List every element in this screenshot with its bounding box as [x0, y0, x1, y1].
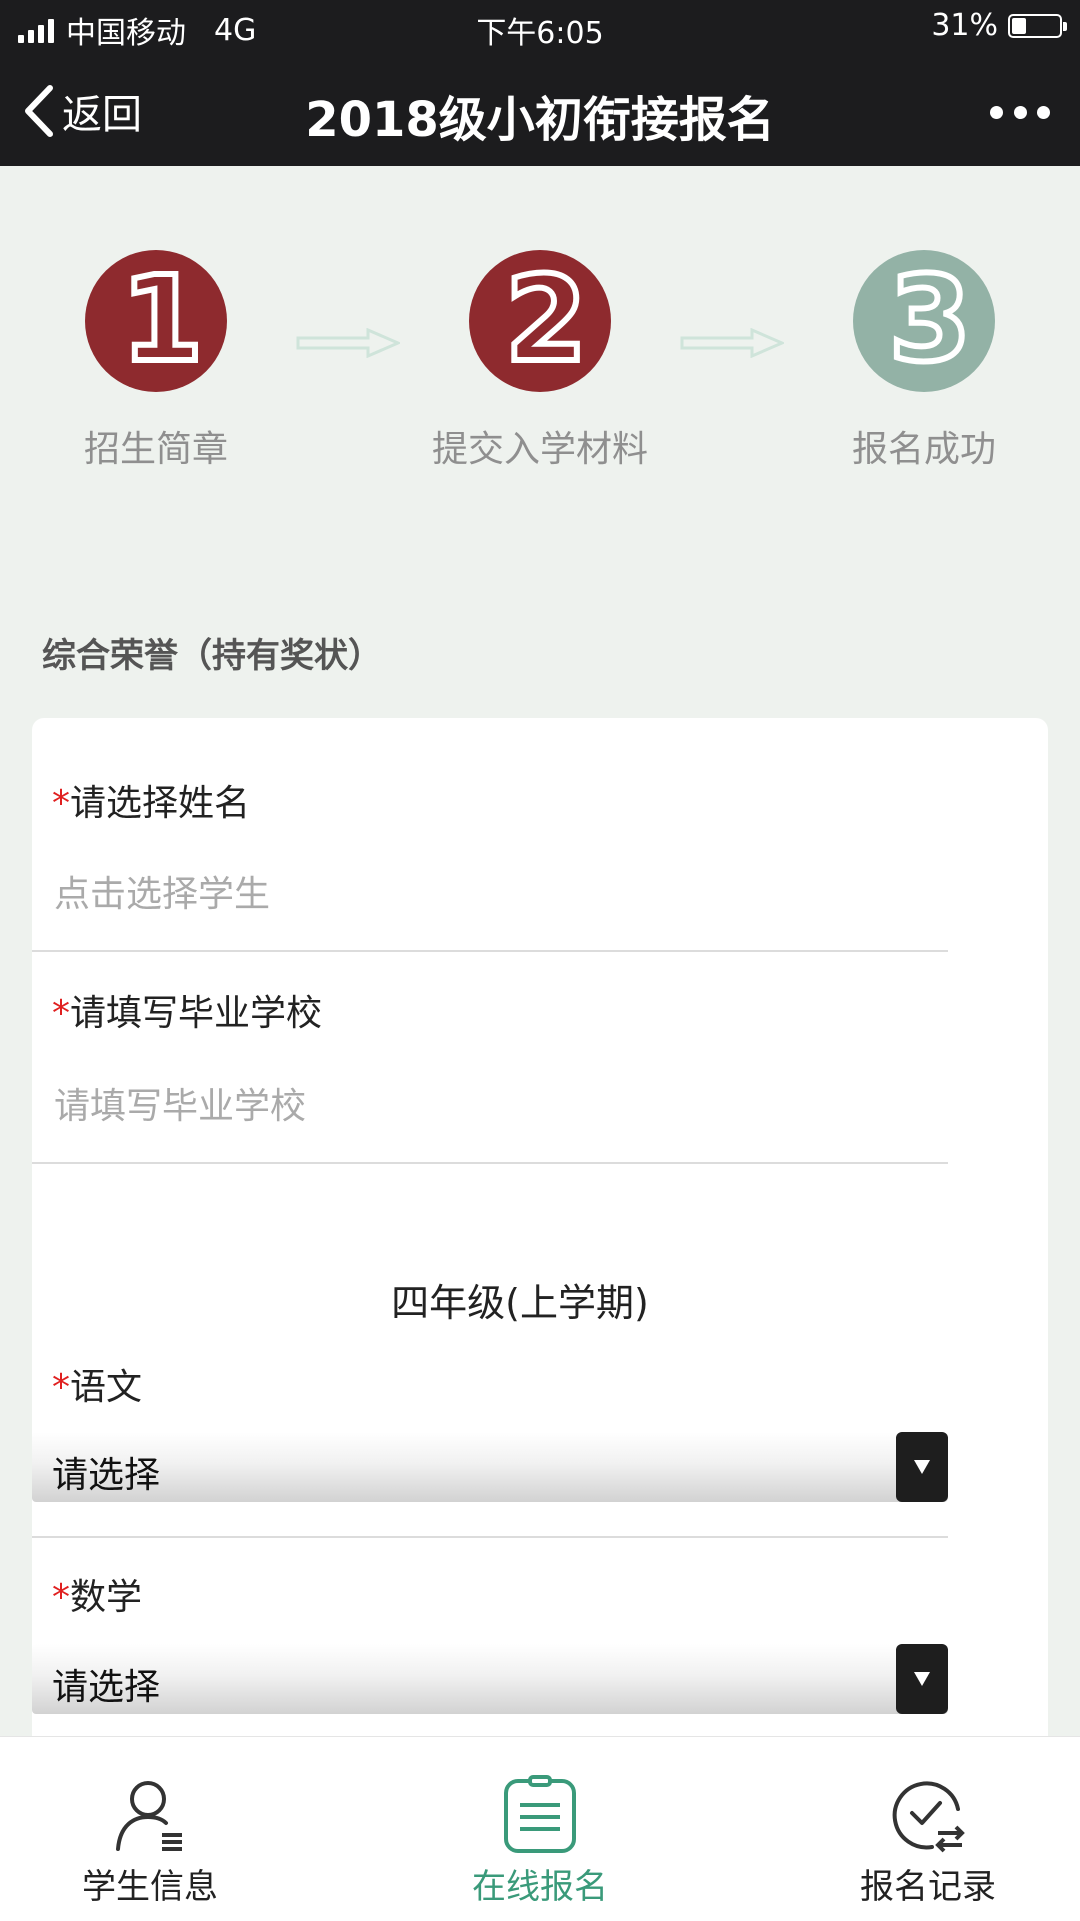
required-mark: *: [52, 783, 70, 824]
clipboard-icon: [504, 1775, 576, 1853]
divider: [32, 1536, 948, 1538]
check-history-icon: [892, 1781, 965, 1853]
chinese-field-label: *语文: [52, 1358, 142, 1410]
section-title: 综合荣誉（持有奖状）: [42, 636, 382, 676]
arrow-right-icon: [296, 328, 400, 358]
arrow-right-icon: [680, 328, 784, 358]
step-1-circle: 1: [85, 250, 227, 392]
school-input[interactable]: [54, 1086, 934, 1127]
status-left: 中国移动 4G: [18, 8, 256, 52]
divider: [32, 950, 948, 952]
status-right: 31%: [931, 8, 1067, 43]
back-button[interactable]: 返回: [22, 78, 142, 144]
math-select[interactable]: 请选择: [32, 1644, 948, 1714]
chinese-label-text: 语文: [70, 1367, 143, 1408]
step-3-number: 3: [886, 250, 974, 388]
required-mark: *: [52, 1367, 70, 1408]
more-dots-icon: [1037, 105, 1050, 119]
more-dots-icon: [990, 105, 1003, 119]
semester-title: 四年级(上学期): [391, 1281, 649, 1325]
school-label-text: 请填写毕业学校: [70, 993, 323, 1034]
tab-student-info[interactable]: 学生信息: [30, 1737, 270, 1921]
tab-label: 学生信息: [82, 1867, 218, 1907]
status-bar: 中国移动 4G 下午6:05 31%: [0, 0, 1080, 56]
bottom-tab-bar: 学生信息 在线报名 报名记录: [0, 1736, 1080, 1921]
step-1-number: 1: [118, 250, 206, 388]
chinese-select-value: 请选择: [52, 1455, 161, 1496]
step-2-number: 2: [502, 250, 590, 388]
network-type: 4G: [214, 12, 257, 48]
progress-steps: 1 招生简章 2 提交入学材料 3 报名成功: [0, 166, 1080, 496]
carrier-name: 中国移动: [66, 16, 186, 51]
dropdown-button[interactable]: [896, 1644, 948, 1714]
tab-registration-records[interactable]: 报名记录: [808, 1737, 1048, 1921]
step-1-label: 招生简章: [83, 429, 228, 470]
name-label-text: 请选择姓名: [70, 783, 251, 824]
step-2-label: 提交入学材料: [431, 429, 648, 470]
more-dots-icon: [1013, 105, 1027, 119]
battery-fill: [1012, 17, 1026, 34]
step-1: 1 招生简章: [16, 250, 296, 472]
tab-label: 在线报名: [472, 1867, 608, 1907]
tab-label: 报名记录: [860, 1867, 996, 1907]
divider: [32, 1162, 948, 1164]
nav-bar: 返回 2018级小初衔接报名: [0, 56, 1080, 166]
battery-icon: [1008, 13, 1067, 38]
page-title: 2018级小初衔接报名: [305, 92, 775, 148]
signal-icon: [18, 17, 54, 43]
battery-percent: 31%: [931, 8, 998, 43]
math-field-label: *数学: [52, 1568, 142, 1620]
user-list-icon: [116, 1781, 182, 1851]
tab-online-registration[interactable]: 在线报名: [420, 1737, 660, 1921]
step-2-circle: 2: [469, 250, 611, 392]
required-mark: *: [52, 993, 70, 1034]
more-button[interactable]: [990, 92, 1050, 132]
dropdown-button[interactable]: [896, 1432, 948, 1502]
chinese-select[interactable]: 请选择: [32, 1432, 948, 1502]
triangle-down-icon: [914, 1672, 930, 1686]
required-mark: *: [52, 1577, 70, 1618]
student-select-input[interactable]: [54, 874, 934, 915]
triangle-down-icon: [914, 1460, 930, 1474]
math-label-text: 数学: [70, 1577, 143, 1618]
math-select-value: 请选择: [52, 1667, 161, 1708]
step-3: 3 报名成功: [784, 250, 1064, 472]
name-field-label: *请选择姓名: [52, 774, 250, 826]
school-field-label: *请填写毕业学校: [52, 984, 322, 1036]
step-2: 2 提交入学材料: [400, 250, 680, 472]
chevron-left-icon: [25, 85, 53, 137]
step-3-label: 报名成功: [851, 429, 996, 470]
step-3-circle: 3: [853, 250, 995, 392]
back-label: 返回: [62, 92, 142, 138]
